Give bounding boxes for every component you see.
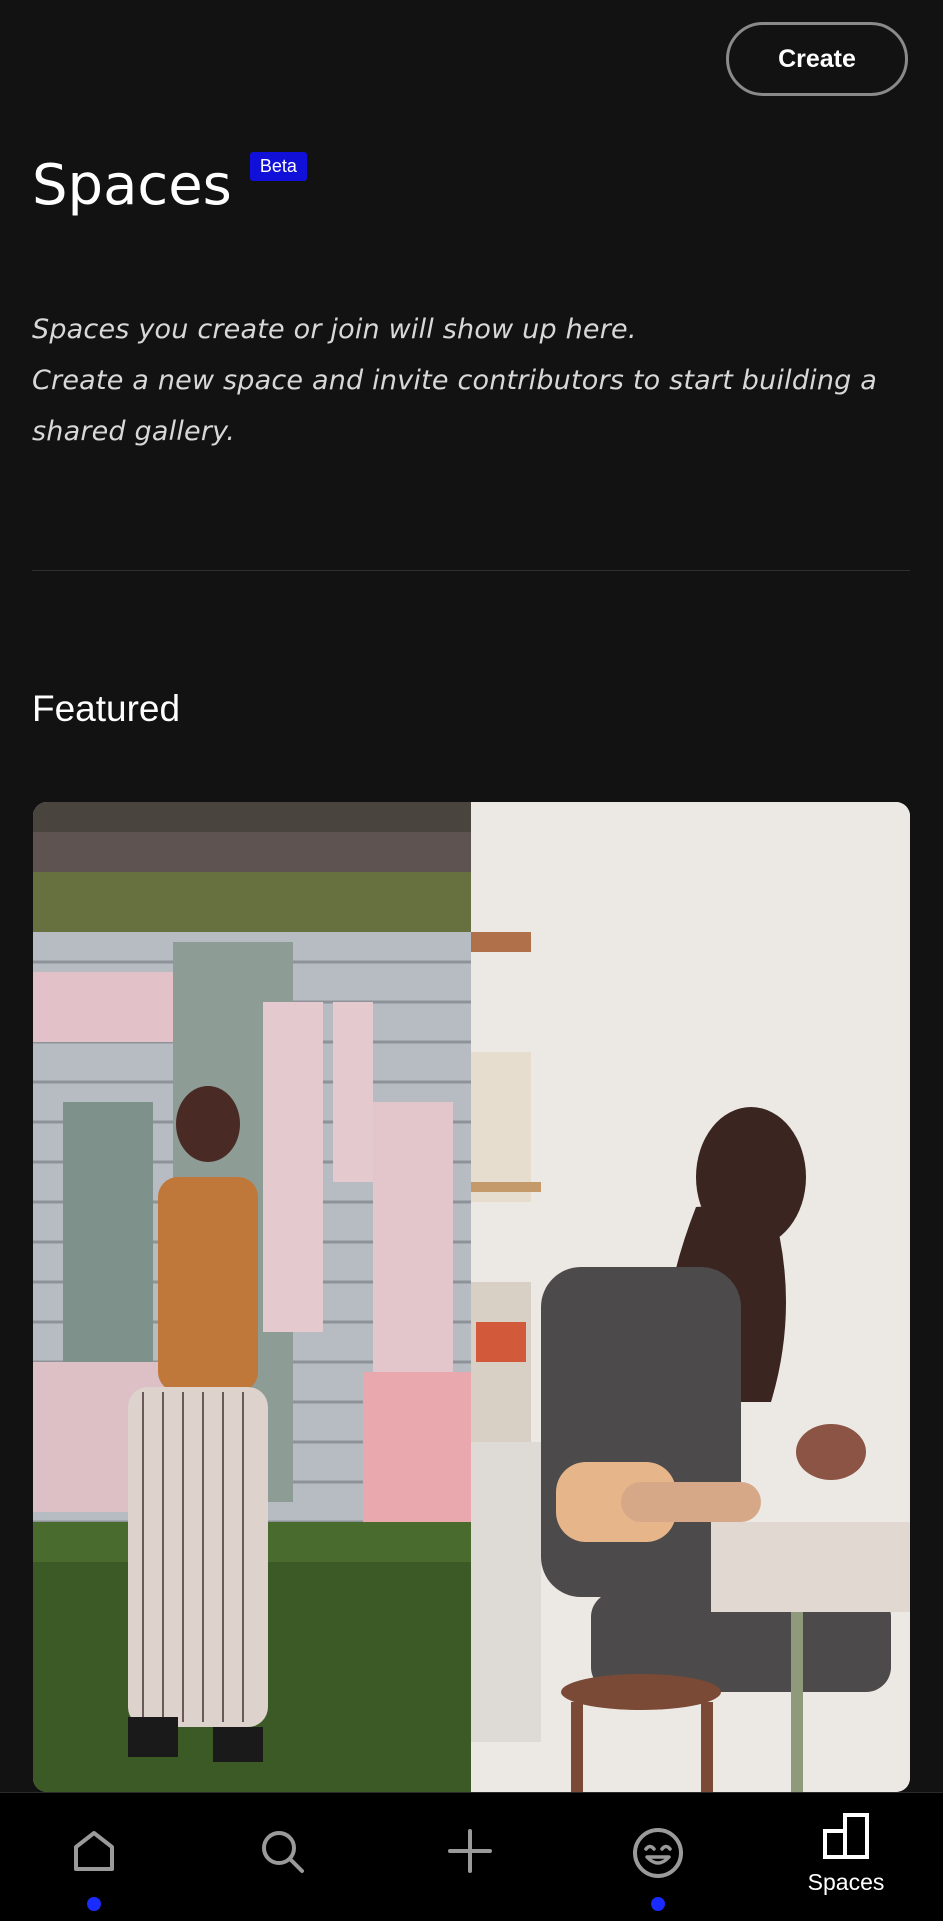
- notification-dot: [651, 1897, 665, 1911]
- featured-photo-ceramicist: [471, 802, 910, 1792]
- search-icon: [262, 1831, 304, 1873]
- featured-space-card[interactable]: [33, 802, 910, 1792]
- featured-heading: Featured: [32, 688, 181, 729]
- create-button[interactable]: Create: [726, 22, 908, 96]
- beta-badge: Beta: [249, 152, 307, 181]
- bottom-navigation: Spaces: [0, 1792, 943, 1921]
- nav-profile[interactable]: [564, 1793, 752, 1921]
- nav-spaces-label: Spaces: [807, 1869, 885, 1895]
- empty-state-description: Spaces you create or join will show up h…: [32, 304, 912, 457]
- featured-photo-mural: [33, 802, 471, 1792]
- title-row: Spaces Beta: [32, 150, 307, 222]
- description-line: shared gallery.: [32, 416, 236, 447]
- nav-search[interactable]: [188, 1793, 376, 1921]
- page-title: Spaces: [32, 153, 232, 218]
- description-line: Spaces you create or join will show up h…: [32, 314, 637, 345]
- section-divider: [32, 570, 910, 571]
- nav-create[interactable]: [376, 1793, 564, 1921]
- description-line: Create a new space and invite contributo…: [32, 365, 878, 396]
- home-icon: [74, 1831, 114, 1871]
- nav-spaces[interactable]: Spaces: [752, 1793, 940, 1921]
- nav-home[interactable]: [0, 1793, 188, 1921]
- spaces-icon: [823, 1813, 869, 1859]
- smiley-icon: [633, 1828, 683, 1878]
- plus-icon: [448, 1829, 492, 1873]
- notification-dot: [87, 1897, 101, 1911]
